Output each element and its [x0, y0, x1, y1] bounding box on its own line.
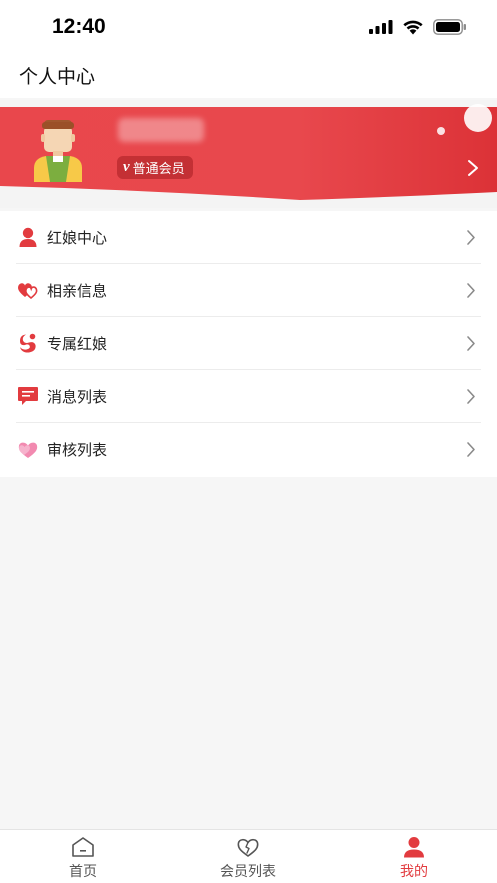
menu-item-review-list[interactable]: 审核列表: [0, 423, 497, 476]
menu-item-matchmaker-center[interactable]: 红娘中心: [0, 211, 497, 264]
chevron-right-icon: [467, 442, 475, 457]
menu-item-label: 审核列表: [47, 441, 108, 459]
nav-bar: 个人中心: [0, 54, 497, 98]
menu-item-dating-info[interactable]: 相亲信息: [0, 264, 497, 317]
chevron-right-icon: [467, 230, 475, 245]
status-time: 12:40: [52, 15, 106, 38]
signal-icon: [369, 20, 393, 34]
swirl-icon: [20, 333, 36, 353]
menu-list: 红娘中心 相亲信息 专属红娘 消息列表 审核列表: [0, 211, 497, 477]
heart-outline-icon: [237, 838, 259, 857]
profile-icon: [404, 837, 424, 858]
menu-item-label: 专属红娘: [47, 335, 108, 353]
tab-label: 会员列表: [220, 864, 276, 880]
member-badge-letter: v: [123, 159, 130, 175]
chevron-right-icon: [467, 336, 475, 351]
hearts-icon: [18, 283, 38, 300]
chevron-right-icon[interactable]: [466, 159, 480, 177]
menu-item-label: 相亲信息: [47, 282, 108, 300]
bottom-tab-bar: 首页 会员列表 我的: [0, 829, 497, 883]
heart-review-icon: [18, 442, 38, 458]
menu-item-message-list[interactable]: 消息列表: [0, 370, 497, 423]
menu-item-exclusive-matchmaker[interactable]: 专属红娘: [0, 317, 497, 370]
avatar[interactable]: [30, 118, 86, 182]
tab-label: 首页: [69, 864, 97, 880]
page-title: 个人中心: [19, 66, 96, 88]
battery-icon: [433, 19, 466, 35]
member-level-label: 普通会员: [132, 162, 185, 177]
tab-member-list[interactable]: 会员列表: [188, 830, 308, 883]
home-icon: [72, 837, 94, 857]
tab-label: 我的: [400, 864, 428, 880]
message-icon: [18, 387, 38, 405]
tab-home[interactable]: 首页: [23, 830, 143, 883]
member-level-badge: v 普通会员: [117, 156, 193, 179]
username-blurred: [118, 118, 204, 142]
tab-mine[interactable]: 我的: [354, 830, 474, 883]
status-icons: [369, 18, 467, 36]
wifi-icon: [403, 20, 423, 35]
menu-item-label: 红娘中心: [47, 229, 108, 247]
chevron-right-icon: [467, 283, 475, 298]
menu-item-label: 消息列表: [47, 388, 108, 406]
status-bar: 12:40: [0, 0, 497, 54]
person-icon: [19, 227, 37, 247]
chevron-right-icon: [467, 389, 475, 404]
